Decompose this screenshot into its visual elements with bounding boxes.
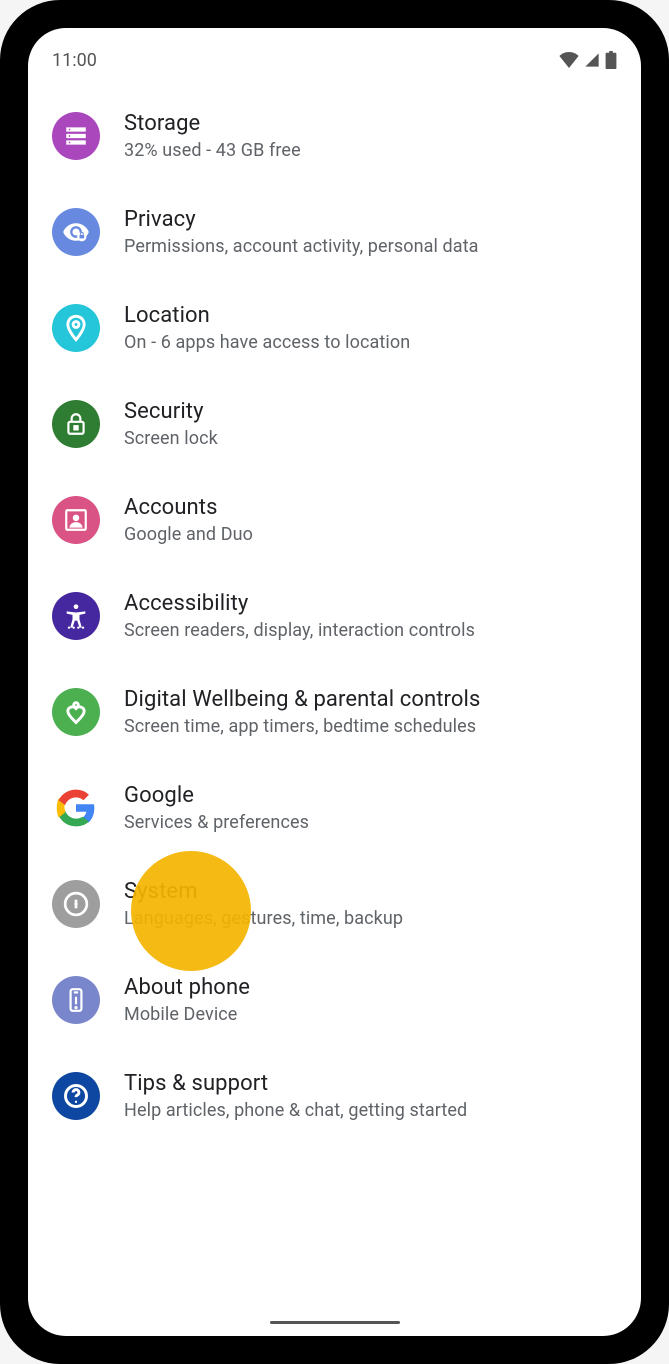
status-time: 11:00 bbox=[52, 50, 97, 71]
google-icon bbox=[52, 784, 100, 832]
status-bar: 11:00 bbox=[28, 38, 641, 82]
signal-icon bbox=[583, 52, 601, 68]
item-text: Location On - 6 apps have access to locat… bbox=[124, 303, 617, 353]
item-subtitle: Screen readers, display, interaction con… bbox=[124, 620, 617, 641]
battery-icon bbox=[605, 51, 617, 69]
item-title: Google bbox=[124, 783, 617, 808]
item-text: Digital Wellbeing & parental controls Scr… bbox=[124, 687, 617, 737]
wellbeing-icon bbox=[52, 688, 100, 736]
device-frame: 11:00 Storage 32% used - 43 GB free Privac… bbox=[0, 0, 669, 1364]
settings-list[interactable]: Storage 32% used - 43 GB free Privacy Permi… bbox=[28, 82, 641, 1150]
item-text: Accounts Google and Duo bbox=[124, 495, 617, 545]
settings-item-accessibility[interactable]: Accessibility Screen readers, display, in… bbox=[28, 568, 641, 664]
item-text: System Languages, gestures, time, backup bbox=[124, 879, 617, 929]
item-title: Accounts bbox=[124, 495, 617, 520]
item-text: Google Services & preferences bbox=[124, 783, 617, 833]
settings-item-wellbeing[interactable]: Digital Wellbeing & parental controls Scr… bbox=[28, 664, 641, 760]
item-subtitle: 32% used - 43 GB free bbox=[124, 140, 617, 161]
item-title: Accessibility bbox=[124, 591, 617, 616]
item-text: Storage 32% used - 43 GB free bbox=[124, 111, 617, 161]
status-icons bbox=[559, 51, 617, 69]
item-text: Tips & support Help articles, phone & cha… bbox=[124, 1071, 617, 1121]
settings-item-storage[interactable]: Storage 32% used - 43 GB free bbox=[28, 88, 641, 184]
settings-item-accounts[interactable]: Accounts Google and Duo bbox=[28, 472, 641, 568]
item-text: Security Screen lock bbox=[124, 399, 617, 449]
settings-item-location[interactable]: Location On - 6 apps have access to locat… bbox=[28, 280, 641, 376]
item-title: About phone bbox=[124, 975, 617, 1000]
about-icon bbox=[52, 976, 100, 1024]
item-title: Storage bbox=[124, 111, 617, 136]
item-title: Privacy bbox=[124, 207, 617, 232]
privacy-icon bbox=[52, 208, 100, 256]
item-subtitle: Screen time, app timers, bedtime schedul… bbox=[124, 716, 617, 737]
tips-icon bbox=[52, 1072, 100, 1120]
gesture-bar[interactable] bbox=[270, 1321, 400, 1324]
settings-item-privacy[interactable]: Privacy Permissions, account activity, pe… bbox=[28, 184, 641, 280]
settings-item-system[interactable]: System Languages, gestures, time, backup bbox=[28, 856, 641, 952]
item-title: System bbox=[124, 879, 617, 904]
location-icon bbox=[52, 304, 100, 352]
item-title: Location bbox=[124, 303, 617, 328]
wifi-icon bbox=[559, 52, 579, 68]
item-subtitle: On - 6 apps have access to location bbox=[124, 332, 617, 353]
item-title: Security bbox=[124, 399, 617, 424]
item-subtitle: Languages, gestures, time, backup bbox=[124, 908, 617, 929]
settings-item-about[interactable]: About phone Mobile Device bbox=[28, 952, 641, 1048]
accounts-icon bbox=[52, 496, 100, 544]
system-icon bbox=[52, 880, 100, 928]
item-title: Tips & support bbox=[124, 1071, 617, 1096]
item-text: About phone Mobile Device bbox=[124, 975, 617, 1025]
item-subtitle: Help articles, phone & chat, getting sta… bbox=[124, 1100, 617, 1121]
item-subtitle: Mobile Device bbox=[124, 1004, 617, 1025]
settings-item-security[interactable]: Security Screen lock bbox=[28, 376, 641, 472]
settings-item-google[interactable]: Google Services & preferences bbox=[28, 760, 641, 856]
item-subtitle: Services & preferences bbox=[124, 812, 617, 833]
settings-item-tips[interactable]: Tips & support Help articles, phone & cha… bbox=[28, 1048, 641, 1144]
item-text: Accessibility Screen readers, display, in… bbox=[124, 591, 617, 641]
storage-icon bbox=[52, 112, 100, 160]
security-icon bbox=[52, 400, 100, 448]
accessibility-icon bbox=[52, 592, 100, 640]
item-subtitle: Google and Duo bbox=[124, 524, 617, 545]
item-text: Privacy Permissions, account activity, pe… bbox=[124, 207, 617, 257]
item-title: Digital Wellbeing & parental controls bbox=[124, 687, 617, 712]
screen: 11:00 Storage 32% used - 43 GB free Privac… bbox=[28, 28, 641, 1336]
item-subtitle: Permissions, account activity, personal … bbox=[124, 236, 617, 257]
item-subtitle: Screen lock bbox=[124, 428, 617, 449]
